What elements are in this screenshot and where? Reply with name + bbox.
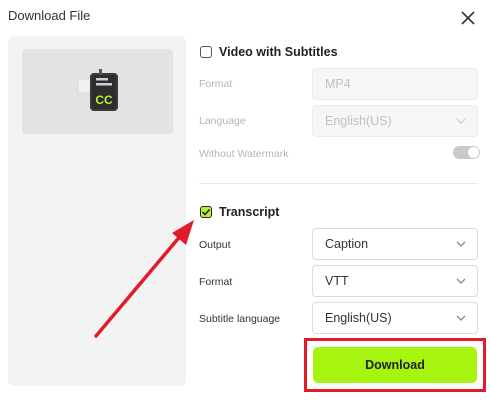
section-divider — [199, 183, 478, 184]
caption-file-icon: CC — [77, 69, 118, 111]
transcript-checkbox[interactable] — [200, 206, 212, 218]
chevron-down-icon — [456, 278, 466, 284]
transcript-label: Transcript — [219, 205, 280, 219]
subtitle-language-label: Subtitle language — [199, 313, 281, 325]
close-icon[interactable] — [458, 8, 478, 28]
video-format-field: MP4 — [312, 68, 478, 100]
subtitle-language-select[interactable]: English(US) — [312, 302, 478, 334]
video-language-value: English(US) — [325, 114, 392, 128]
transcript-format-value: VTT — [325, 274, 349, 288]
output-select[interactable]: Caption — [312, 228, 478, 260]
video-with-subtitles-checkbox[interactable] — [200, 46, 212, 58]
download-highlight-box: Download — [304, 338, 486, 392]
video-format-label: Format — [199, 78, 233, 90]
without-watermark-toggle[interactable] — [453, 146, 480, 159]
chevron-down-icon — [456, 315, 466, 321]
video-with-subtitles-label: Video with Subtitles — [219, 45, 338, 59]
subtitle-language-value: English(US) — [325, 311, 392, 325]
chevron-down-icon — [456, 241, 466, 247]
toggle-knob — [468, 147, 479, 158]
transcript-format-select[interactable]: VTT — [312, 265, 478, 297]
dialog-title: Download File — [8, 8, 91, 23]
preview-panel: CC — [8, 36, 186, 386]
video-language-select: English(US) — [312, 105, 478, 137]
chevron-down-icon — [456, 118, 466, 124]
output-value: Caption — [325, 237, 369, 251]
preview-thumbnail: CC — [22, 49, 173, 134]
video-format-value: MP4 — [325, 77, 351, 91]
caption-icon-text: CC — [95, 93, 113, 107]
video-language-label: Language — [199, 115, 246, 127]
transcript-format-label: Format — [199, 276, 233, 288]
output-label: Output — [199, 239, 231, 251]
download-dialog: Download File CC Video with Subtitles Fo… — [0, 0, 490, 400]
without-watermark-label: Without Watermark — [199, 148, 289, 160]
check-icon — [201, 208, 210, 216]
download-button[interactable]: Download — [313, 347, 477, 383]
